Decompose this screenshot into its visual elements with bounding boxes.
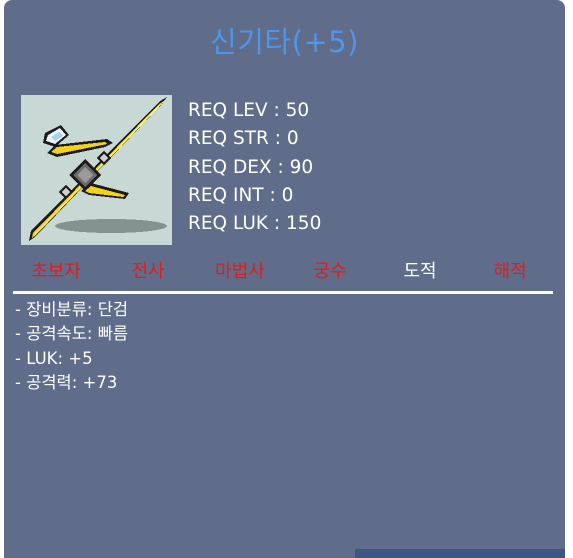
job-warrior: 전사: [131, 261, 165, 282]
job-pirate: 해적: [493, 261, 527, 282]
stat-luk: - LUK: +5: [15, 348, 93, 368]
req-int: REQ INT : 0: [188, 184, 294, 206]
item-tooltip-panel: 신기타(+5) REQ LEV: 50 REQ STR: 0 REQ DEX…: [4, 0, 565, 558]
req-level: REQ LEV : 50: [188, 100, 310, 121]
job-thief: 도적: [403, 261, 437, 282]
bottom-tab[interactable]: [355, 549, 565, 558]
job-bowman: 궁수: [313, 261, 347, 282]
requirement-list: REQ LEV : 50 REQ STR : 0 REQ DEX : 90 RE…: [188, 97, 321, 238]
job-magician: 마법사: [215, 261, 265, 282]
stat-equip-type: - 장비분류: 단검: [15, 300, 129, 319]
stat-attack-speed: - 공격속도: 빠름: [15, 324, 129, 344]
req-str: REQ STR : 0: [188, 128, 299, 150]
divider: [13, 291, 553, 294]
item-name: 신기타(+5): [210, 25, 359, 59]
dagger-icon: [21, 95, 172, 245]
stat-attack: - 공격력: +73: [15, 372, 118, 392]
job-list: 초보자 전사 마법사 궁수 도적 해적: [12, 258, 555, 286]
req-dex: REQ DEX : 90: [188, 156, 314, 178]
job-beginner: 초보자: [31, 261, 81, 282]
stat-list: - 장비분류: 단검 - 공격속도: 빠름 - LUK: +5 - 공격력: +…: [15, 298, 128, 395]
req-luk: REQ LUK : 150: [188, 213, 322, 235]
